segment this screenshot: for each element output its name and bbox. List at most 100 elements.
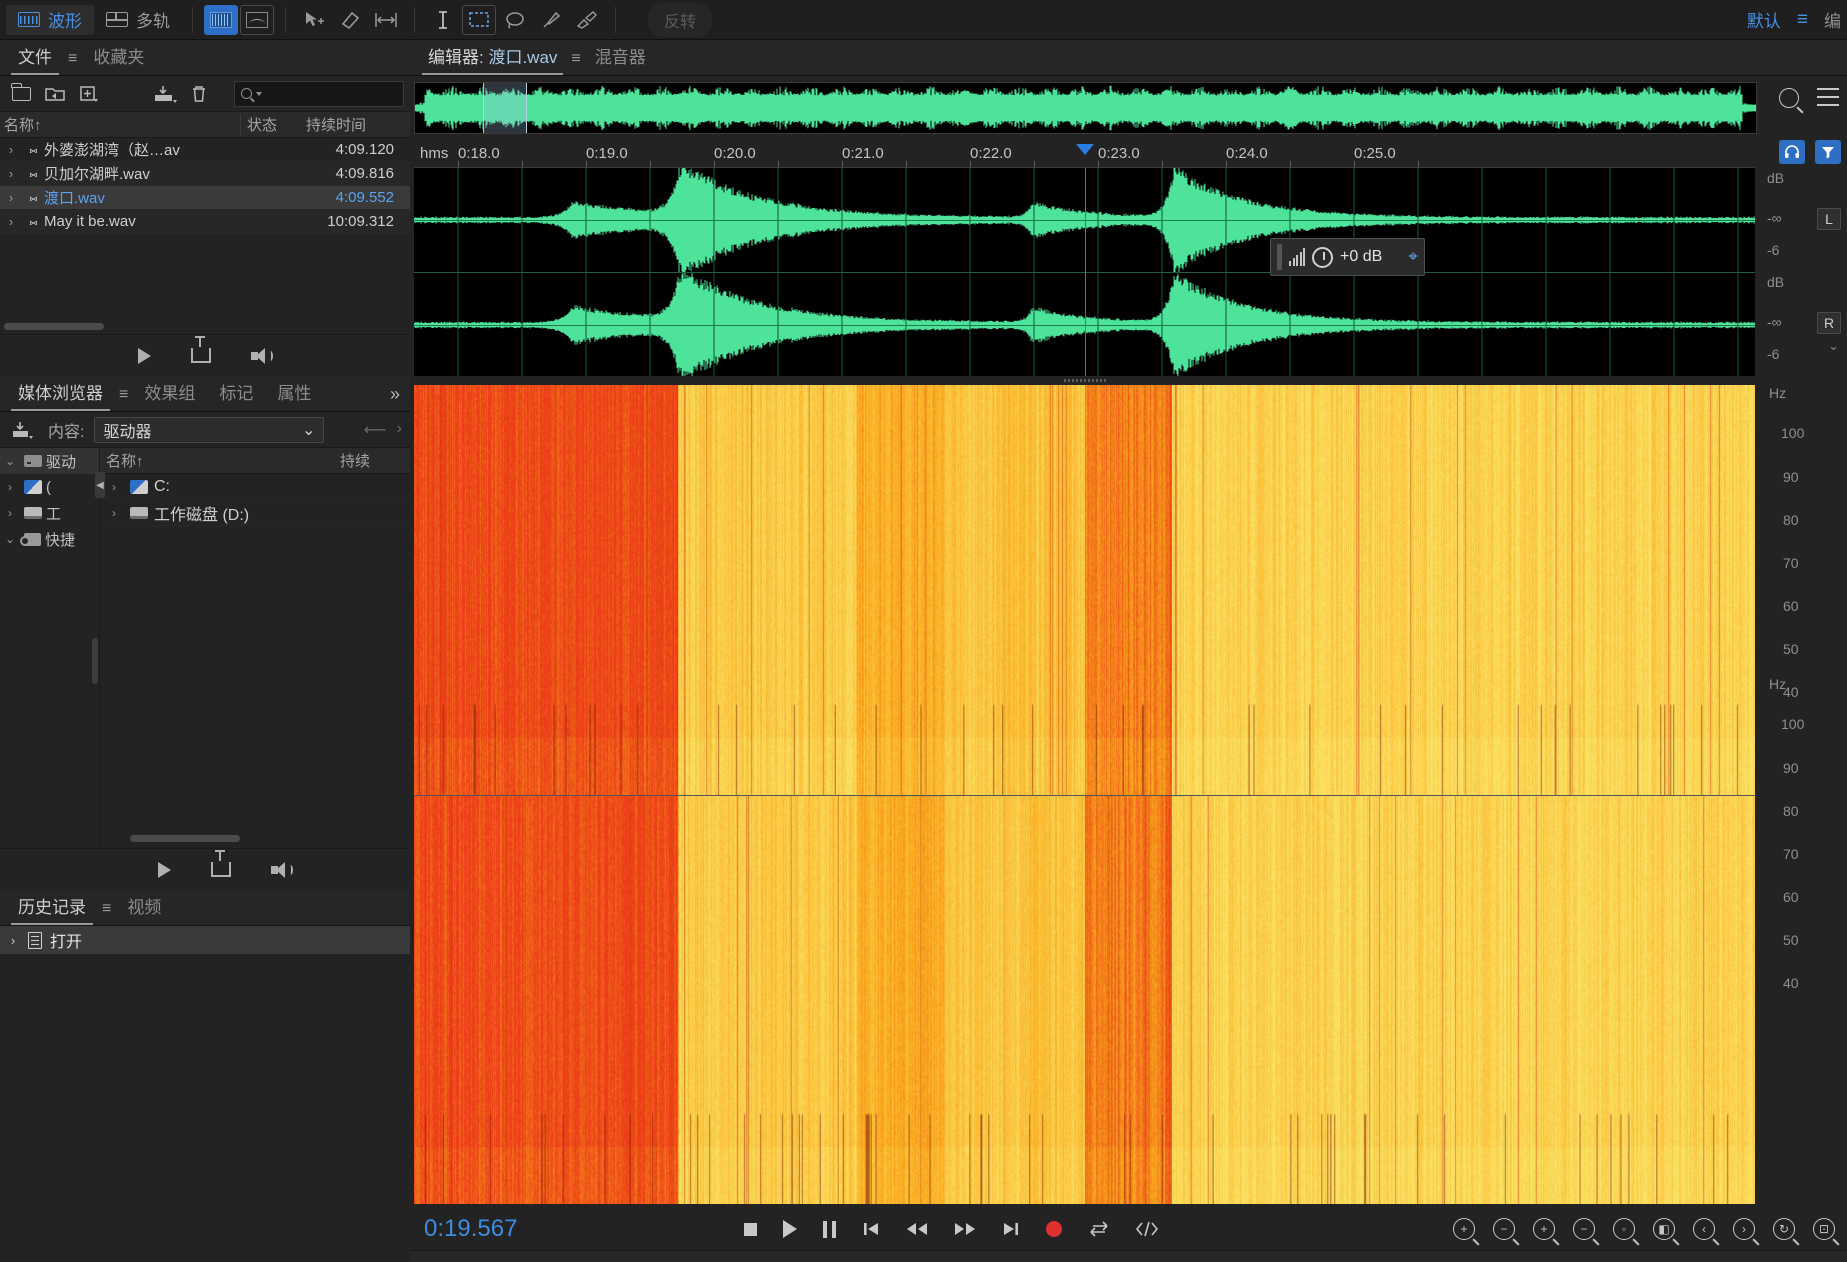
overview-selection-range[interactable]	[483, 83, 527, 133]
spectral-frequency-display[interactable]	[414, 385, 1755, 1204]
chevron-right-icon[interactable]: ›	[0, 480, 20, 494]
lasso-selection-button[interactable]	[498, 5, 532, 35]
media-browser-split-handle[interactable]	[92, 638, 98, 684]
channel-solo-right-button[interactable]: R	[1817, 312, 1841, 334]
spectral-pitch-button[interactable]	[240, 4, 274, 35]
workspace-name[interactable]: 默认	[1747, 7, 1781, 32]
tab-effects-rack[interactable]: 效果组	[132, 373, 207, 411]
zoom-in-left-button[interactable]: ‹	[1693, 1218, 1715, 1240]
pause-button[interactable]	[823, 1220, 836, 1238]
tab-files[interactable]: 文件	[6, 37, 64, 75]
files-panel-menu-icon[interactable]: ≡	[64, 44, 81, 75]
zoom-in-right-button[interactable]: ›	[1733, 1218, 1755, 1240]
files-play-button[interactable]	[137, 347, 151, 364]
zoom-out-time-button[interactable]: −	[1573, 1218, 1595, 1240]
delete-file-button[interactable]	[184, 81, 214, 107]
new-file-button[interactable]	[74, 81, 104, 107]
paintbrush-selection-button[interactable]	[534, 5, 568, 35]
media-browser-overflow-icon[interactable]: »	[380, 378, 410, 411]
files-col-status[interactable]: 状态	[240, 114, 300, 135]
gain-knob-icon[interactable]	[1312, 246, 1333, 268]
waveform-mode-button[interactable]: 波形	[6, 4, 94, 35]
time-selection-button[interactable]	[369, 5, 403, 35]
fast-forward-button[interactable]	[954, 1221, 976, 1237]
chevron-right-icon[interactable]: ›	[0, 506, 20, 520]
mb-col-duration[interactable]: 持续	[340, 450, 410, 471]
expand-arrow-icon[interactable]: ›	[0, 166, 22, 181]
revert-button[interactable]: 反转	[648, 2, 713, 37]
file-row[interactable]: › ⑅ 贝加尔湖畔.wav 4:09.816	[0, 162, 410, 186]
mb-col-name[interactable]: 名称↑	[106, 450, 340, 471]
channel-solo-left-button[interactable]: L	[1817, 208, 1841, 230]
media-browser-horizontal-scrollbar[interactable]	[130, 835, 240, 842]
spectral-display-toggle[interactable]	[1815, 140, 1841, 164]
chevron-right-icon[interactable]: ›	[104, 506, 124, 520]
media-browser-play-button[interactable]	[157, 861, 171, 878]
files-col-name[interactable]: 名称↑	[4, 114, 240, 135]
tree-item-shortcuts[interactable]: ⌄ 快捷	[0, 526, 99, 552]
open-file-button[interactable]	[6, 81, 36, 107]
headphones-monitor-button[interactable]	[1779, 140, 1805, 164]
zoom-to-selection-button[interactable]: ◧	[1653, 1218, 1675, 1240]
zoom-out-amplitude-button[interactable]: −	[1493, 1218, 1515, 1240]
overview-menu-icon[interactable]	[1817, 88, 1839, 106]
record-button[interactable]	[1046, 1221, 1062, 1237]
gain-adjustment-overlay[interactable]: +0 dB ⌖	[1270, 238, 1425, 276]
gain-apply-icon[interactable]: ⌖	[1408, 247, 1418, 267]
chevron-down-icon[interactable]: ⌄	[0, 454, 20, 468]
zoom-in-amplitude-button[interactable]: +	[1453, 1218, 1475, 1240]
chevron-right-icon[interactable]: ›	[6, 933, 20, 948]
scroll-down-arrow-icon[interactable]: ⌄	[1828, 338, 1839, 354]
files-search-input[interactable]	[234, 80, 404, 107]
zoom-in-time-button[interactable]: +	[1533, 1218, 1555, 1240]
skip-to-end-button[interactable]	[1002, 1220, 1020, 1238]
tab-mixer[interactable]: 混音器	[585, 37, 656, 75]
list-item[interactable]: › C:	[100, 474, 410, 500]
tree-item-drives[interactable]: ⌄ 驱动	[0, 448, 99, 474]
tree-item-d-drive[interactable]: › 工	[0, 500, 99, 526]
spectrogram-channel-left[interactable]	[414, 385, 1755, 795]
spot-healing-button[interactable]	[570, 5, 604, 35]
tree-item-c-drive[interactable]: › (	[0, 474, 99, 500]
spectral-frequency-button[interactable]	[204, 4, 238, 35]
shuttle-button[interactable]	[1136, 1220, 1158, 1238]
files-volume-icon[interactable]	[250, 347, 273, 364]
list-item[interactable]: › 工作磁盘 (D:)	[100, 500, 410, 526]
media-browser-content-select[interactable]: 驱动器 ⌄	[94, 416, 325, 443]
file-row-selected[interactable]: › ⑅ 渡口.wav 4:09.552	[0, 186, 410, 210]
tab-markers[interactable]: 标记	[207, 373, 265, 411]
gain-drag-handle[interactable]	[1277, 244, 1282, 270]
zoom-full-view-button[interactable]: ⊡	[1813, 1218, 1835, 1240]
chevron-right-icon[interactable]: ›	[104, 480, 124, 494]
file-row[interactable]: › ⑅ 外婆澎湖湾（赵…av 4:09.120	[0, 138, 410, 162]
history-entry[interactable]: › 打开	[0, 926, 410, 954]
expand-arrow-icon[interactable]: ›	[0, 214, 22, 229]
zoom-navigator-icon[interactable]	[1779, 88, 1799, 108]
files-horizontal-scrollbar[interactable]	[4, 323, 104, 330]
multitrack-mode-button[interactable]: 多轨	[94, 5, 182, 35]
media-browser-collapse-button[interactable]: ◀	[95, 472, 105, 498]
loop-button[interactable]	[1088, 1220, 1110, 1238]
chevron-down-icon[interactable]: ⌄	[0, 532, 20, 546]
media-browser-import-button[interactable]	[8, 417, 38, 443]
save-file-button[interactable]	[150, 81, 180, 107]
stop-button[interactable]	[744, 1222, 757, 1236]
expand-arrow-icon[interactable]: ›	[0, 142, 22, 157]
editor-menu-icon[interactable]: ≡	[567, 44, 584, 75]
tab-favorites[interactable]: 收藏夹	[81, 37, 156, 75]
media-browser-volume-icon[interactable]	[270, 861, 293, 878]
tab-history[interactable]: 历史记录	[6, 887, 98, 925]
tab-video[interactable]: 视频	[115, 887, 173, 925]
file-row[interactable]: › ⑅ May it be.wav 10:09.312	[0, 210, 410, 234]
move-tool-button[interactable]	[297, 5, 331, 35]
history-panel-menu-icon[interactable]: ≡	[98, 894, 115, 925]
skip-to-start-button[interactable]	[862, 1220, 880, 1238]
tab-media-browser[interactable]: 媒体浏览器	[6, 373, 115, 411]
workspace-menu-icon[interactable]: ≡	[1797, 9, 1808, 31]
marquee-selection-button[interactable]	[462, 4, 496, 35]
media-browser-menu-icon[interactable]: ≡	[115, 380, 132, 411]
panel-splitter[interactable]	[414, 376, 1755, 385]
time-selection-tool-button[interactable]	[426, 5, 460, 35]
current-time-display[interactable]: 0:19.567	[414, 1215, 564, 1243]
playhead-handle[interactable]	[1076, 144, 1094, 155]
